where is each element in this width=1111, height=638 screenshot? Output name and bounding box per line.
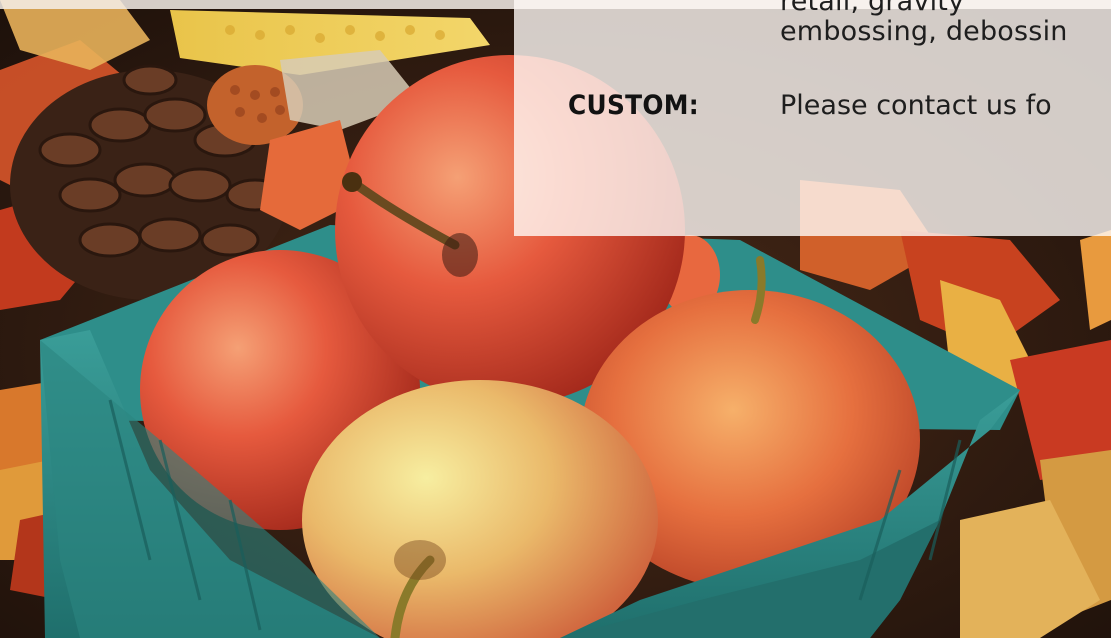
info-panel: retail, gravity embossing, debossin CUST…	[514, 0, 1111, 236]
page: retail, gravity embossing, debossin CUST…	[0, 0, 1111, 638]
custom-row: CUSTOM: Please contact us fo	[568, 90, 1052, 121]
clipped-line: retail, gravity	[780, 0, 965, 17]
embossing-line: embossing, debossin	[780, 16, 1068, 47]
custom-text: Please contact us fo	[780, 90, 1052, 121]
embossing-line-block: retail, gravity embossing, debossin	[780, 0, 1068, 47]
custom-label: CUSTOM:	[568, 90, 699, 121]
